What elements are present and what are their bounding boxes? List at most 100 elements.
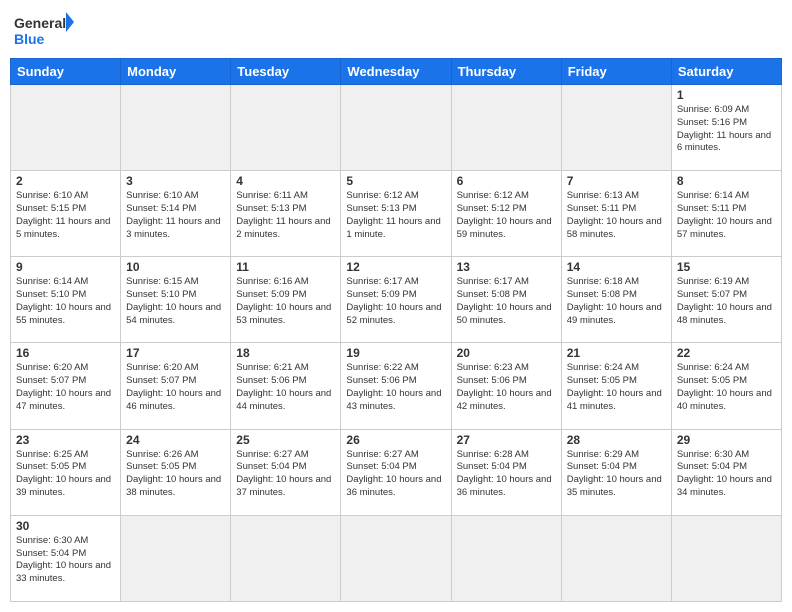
day-info: Sunrise: 6:17 AM Sunset: 5:09 PM Dayligh…: [346, 276, 445, 327]
calendar-day-cell: 28 Sunrise: 6:29 AM Sunset: 5:04 PM Dayli…: [561, 429, 671, 515]
calendar-day-cell: 12 Sunrise: 6:17 AM Sunset: 5:09 PM Dayli…: [341, 257, 451, 343]
day-info: Sunrise: 6:27 AM Sunset: 5:04 PM Dayligh…: [236, 449, 335, 500]
svg-text:General: General: [14, 15, 66, 31]
calendar-day-cell: [11, 85, 121, 171]
day-info: Sunrise: 6:15 AM Sunset: 5:10 PM Dayligh…: [126, 276, 225, 327]
calendar-day-cell: 25Sunrise: 6:27 AM Sunset: 5:04 PM Dayli…: [231, 429, 341, 515]
calendar-day-cell: 26 Sunrise: 6:27 AM Sunset: 5:04 PM Dayli…: [341, 429, 451, 515]
day-info: Sunrise: 6:29 AM Sunset: 5:04 PM Dayligh…: [567, 449, 666, 500]
day-info: Sunrise: 6:28 AM Sunset: 5:04 PM Dayligh…: [457, 449, 556, 500]
calendar-day-cell: [561, 515, 671, 601]
day-info: Sunrise: 6:30 AM Sunset: 5:04 PM Dayligh…: [16, 535, 115, 586]
calendar-day-cell: 19 Sunrise: 6:22 AM Sunset: 5:06 PM Dayli…: [341, 343, 451, 429]
day-number: 17: [126, 346, 225, 360]
calendar-day-cell: 3 Sunrise: 6:10 AM Sunset: 5:14 PM Daylig…: [121, 171, 231, 257]
calendar-day-cell: 22 Sunrise: 6:24 AM Sunset: 5:05 PM Dayli…: [671, 343, 781, 429]
calendar-day-cell: 10 Sunrise: 6:15 AM Sunset: 5:10 PM Dayli…: [121, 257, 231, 343]
day-number: 5: [346, 174, 445, 188]
day-info: Sunrise: 6:27 AM Sunset: 5:04 PM Dayligh…: [346, 449, 445, 500]
day-number: 12: [346, 260, 445, 274]
calendar-day-cell: [121, 515, 231, 601]
day-number: 4: [236, 174, 335, 188]
calendar-day-cell: 17 Sunrise: 6:20 AM Sunset: 5:07 PM Dayli…: [121, 343, 231, 429]
day-info: Sunrise: 6:11 AM Sunset: 5:13 PM Dayligh…: [236, 190, 335, 241]
header: General Blue: [10, 10, 782, 52]
calendar-day-cell: 8 Sunrise: 6:14 AM Sunset: 5:11 PM Daylig…: [671, 171, 781, 257]
calendar-week-row: 23 Sunrise: 6:25 AM Sunset: 5:05 PM Dayli…: [11, 429, 782, 515]
day-info: Sunrise: 6:12 AM Sunset: 5:12 PM Dayligh…: [457, 190, 556, 241]
day-number: 11: [236, 260, 335, 274]
calendar-day-cell: [451, 515, 561, 601]
day-number: 10: [126, 260, 225, 274]
day-number: 15: [677, 260, 776, 274]
calendar-day-cell: [231, 85, 341, 171]
day-number: 2: [16, 174, 115, 188]
day-info: Sunrise: 6:10 AM Sunset: 5:15 PM Dayligh…: [16, 190, 115, 241]
day-number: 24: [126, 433, 225, 447]
calendar-day-cell: 29Sunrise: 6:30 AM Sunset: 5:04 PM Dayli…: [671, 429, 781, 515]
calendar-day-cell: 27Sunrise: 6:28 AM Sunset: 5:04 PM Dayli…: [451, 429, 561, 515]
calendar-day-cell: [561, 85, 671, 171]
day-info: Sunrise: 6:16 AM Sunset: 5:09 PM Dayligh…: [236, 276, 335, 327]
calendar-day-cell: 11 Sunrise: 6:16 AM Sunset: 5:09 PM Dayli…: [231, 257, 341, 343]
day-number: 9: [16, 260, 115, 274]
calendar-day-cell: 23 Sunrise: 6:25 AM Sunset: 5:05 PM Dayli…: [11, 429, 121, 515]
day-number: 30: [16, 519, 115, 533]
day-info: Sunrise: 6:14 AM Sunset: 5:10 PM Dayligh…: [16, 276, 115, 327]
day-info: Sunrise: 6:25 AM Sunset: 5:05 PM Dayligh…: [16, 449, 115, 500]
calendar-week-row: 16 Sunrise: 6:20 AM Sunset: 5:07 PM Dayli…: [11, 343, 782, 429]
weekday-header-saturday: Saturday: [671, 59, 781, 85]
day-number: 18: [236, 346, 335, 360]
day-number: 16: [16, 346, 115, 360]
day-number: 28: [567, 433, 666, 447]
calendar-week-row: 2 Sunrise: 6:10 AM Sunset: 5:15 PM Daylig…: [11, 171, 782, 257]
day-info: Sunrise: 6:17 AM Sunset: 5:08 PM Dayligh…: [457, 276, 556, 327]
calendar-day-cell: 18 Sunrise: 6:21 AM Sunset: 5:06 PM Dayli…: [231, 343, 341, 429]
day-number: 23: [16, 433, 115, 447]
day-info: Sunrise: 6:20 AM Sunset: 5:07 PM Dayligh…: [16, 362, 115, 413]
day-info: Sunrise: 6:24 AM Sunset: 5:05 PM Dayligh…: [677, 362, 776, 413]
calendar-week-row: 30 Sunrise: 6:30 AM Sunset: 5:04 PM Dayli…: [11, 515, 782, 601]
day-info: Sunrise: 6:30 AM Sunset: 5:04 PM Dayligh…: [677, 449, 776, 500]
calendar-day-cell: 16 Sunrise: 6:20 AM Sunset: 5:07 PM Dayli…: [11, 343, 121, 429]
day-number: 3: [126, 174, 225, 188]
day-info: Sunrise: 6:22 AM Sunset: 5:06 PM Dayligh…: [346, 362, 445, 413]
weekday-header-row: SundayMondayTuesdayWednesdayThursdayFrid…: [11, 59, 782, 85]
day-number: 7: [567, 174, 666, 188]
weekday-header-tuesday: Tuesday: [231, 59, 341, 85]
day-info: Sunrise: 6:10 AM Sunset: 5:14 PM Dayligh…: [126, 190, 225, 241]
calendar-day-cell: 1Sunrise: 6:09 AM Sunset: 5:16 PM Daylig…: [671, 85, 781, 171]
weekday-header-sunday: Sunday: [11, 59, 121, 85]
day-number: 19: [346, 346, 445, 360]
calendar-table: SundayMondayTuesdayWednesdayThursdayFrid…: [10, 58, 782, 602]
page: General Blue SundayMondayTuesdayWednesda…: [0, 0, 792, 612]
calendar-day-cell: 21Sunrise: 6:24 AM Sunset: 5:05 PM Dayli…: [561, 343, 671, 429]
day-info: Sunrise: 6:13 AM Sunset: 5:11 PM Dayligh…: [567, 190, 666, 241]
calendar-day-cell: [671, 515, 781, 601]
weekday-header-monday: Monday: [121, 59, 231, 85]
calendar-day-cell: [121, 85, 231, 171]
calendar-day-cell: 14Sunrise: 6:18 AM Sunset: 5:08 PM Dayli…: [561, 257, 671, 343]
day-number: 14: [567, 260, 666, 274]
calendar-day-cell: 20Sunrise: 6:23 AM Sunset: 5:06 PM Dayli…: [451, 343, 561, 429]
day-number: 13: [457, 260, 556, 274]
day-number: 8: [677, 174, 776, 188]
svg-text:Blue: Blue: [14, 31, 45, 47]
day-info: Sunrise: 6:12 AM Sunset: 5:13 PM Dayligh…: [346, 190, 445, 241]
calendar-day-cell: 9 Sunrise: 6:14 AM Sunset: 5:10 PM Daylig…: [11, 257, 121, 343]
day-info: Sunrise: 6:14 AM Sunset: 5:11 PM Dayligh…: [677, 190, 776, 241]
day-number: 26: [346, 433, 445, 447]
day-info: Sunrise: 6:20 AM Sunset: 5:07 PM Dayligh…: [126, 362, 225, 413]
day-number: 21: [567, 346, 666, 360]
day-info: Sunrise: 6:21 AM Sunset: 5:06 PM Dayligh…: [236, 362, 335, 413]
calendar-day-cell: 30 Sunrise: 6:30 AM Sunset: 5:04 PM Dayli…: [11, 515, 121, 601]
day-number: 20: [457, 346, 556, 360]
calendar-week-row: 9 Sunrise: 6:14 AM Sunset: 5:10 PM Daylig…: [11, 257, 782, 343]
weekday-header-wednesday: Wednesday: [341, 59, 451, 85]
day-info: Sunrise: 6:26 AM Sunset: 5:05 PM Dayligh…: [126, 449, 225, 500]
calendar-day-cell: [451, 85, 561, 171]
calendar-day-cell: 5 Sunrise: 6:12 AM Sunset: 5:13 PM Daylig…: [341, 171, 451, 257]
calendar-day-cell: 4 Sunrise: 6:11 AM Sunset: 5:13 PM Daylig…: [231, 171, 341, 257]
day-number: 22: [677, 346, 776, 360]
day-info: Sunrise: 6:19 AM Sunset: 5:07 PM Dayligh…: [677, 276, 776, 327]
